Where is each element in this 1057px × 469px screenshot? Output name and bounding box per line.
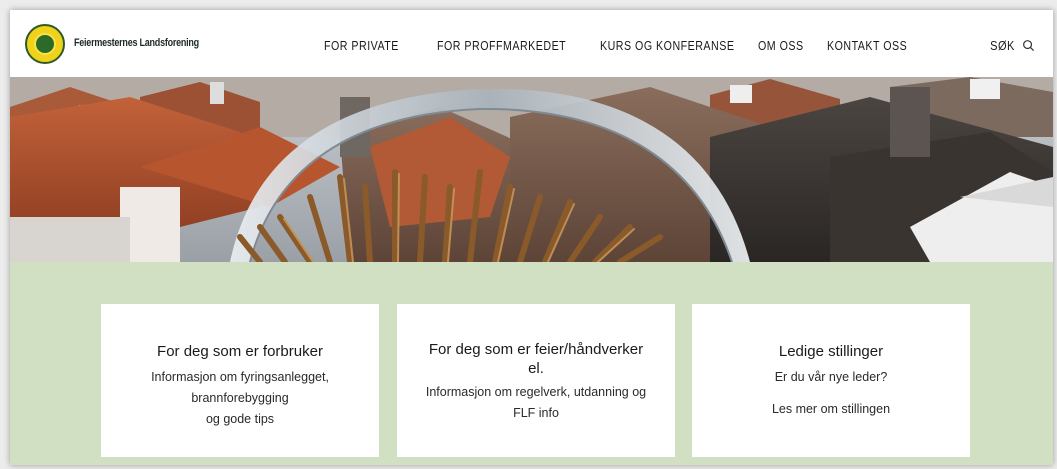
info-panel: For deg som er forbruker Informasjon om …	[10, 262, 1053, 465]
card-forbruker-line: brannforebygging	[191, 391, 289, 405]
card-forbruker[interactable]: For deg som er forbruker Informasjon om …	[101, 304, 379, 457]
card-feier-title-line: For deg som er feier/håndverker	[428, 341, 644, 358]
hero-illustration	[10, 77, 1053, 262]
card-forbruker-text: Informasjon om fyringsanlegget, brannfor…	[101, 367, 379, 430]
card-stillinger-title: Ledige stillinger	[778, 343, 884, 360]
card-stillinger-link[interactable]: Les mer om stillingen	[692, 402, 970, 416]
search-button[interactable]: SØK	[988, 38, 1035, 53]
card-forbruker-line: Informasjon om fyringsanlegget,	[151, 370, 329, 384]
card-feier-line: Informasjon om regelverk, utdanning og	[425, 385, 647, 399]
nav-item-for-private[interactable]: FOR PRIVATE	[324, 38, 399, 53]
nav-item-om-oss[interactable]: OM OSS	[758, 38, 804, 53]
card-stillinger[interactable]: Ledige stillinger Er du vår nye leder? L…	[692, 304, 970, 457]
card-feier-text: Informasjon om regelverk, utdanning og F…	[397, 382, 675, 424]
hero-image	[10, 77, 1053, 262]
card-feier-title-line: el.	[528, 360, 544, 377]
logo-emblem[interactable]	[25, 24, 65, 64]
search-label: SØK	[990, 38, 1015, 53]
search-icon	[1023, 40, 1035, 52]
nav-item-for-proffmarkedet[interactable]: FOR PROFFMARKEDET	[437, 38, 566, 53]
card-stillinger-text: Er du vår nye leder?	[774, 370, 888, 384]
card-feier[interactable]: For deg som er feier/håndverker el. Info…	[397, 304, 675, 457]
brand-name[interactable]: Feiermesternes Landsforening	[74, 37, 199, 49]
nav-item-kontakt-oss[interactable]: KONTAKT OSS	[827, 38, 907, 53]
main-nav: FOR PRIVATE FOR PROFFMARKEDET KURS OG KO…	[324, 38, 925, 53]
card-forbruker-line: og gode tips	[205, 412, 275, 426]
page-frame: Feiermesternes Landsforening FOR PRIVATE…	[10, 10, 1053, 465]
card-forbruker-title: For deg som er forbruker	[157, 343, 323, 360]
site-header: Feiermesternes Landsforening FOR PRIVATE…	[10, 10, 1053, 77]
card-feier-title: For deg som er feier/håndverker el.	[397, 340, 675, 378]
logo-emblem-center	[34, 33, 56, 55]
card-feier-line: FLF info	[513, 406, 559, 420]
nav-item-kurs-og-konferanse[interactable]: KURS OG KONFERANSE	[600, 38, 734, 53]
